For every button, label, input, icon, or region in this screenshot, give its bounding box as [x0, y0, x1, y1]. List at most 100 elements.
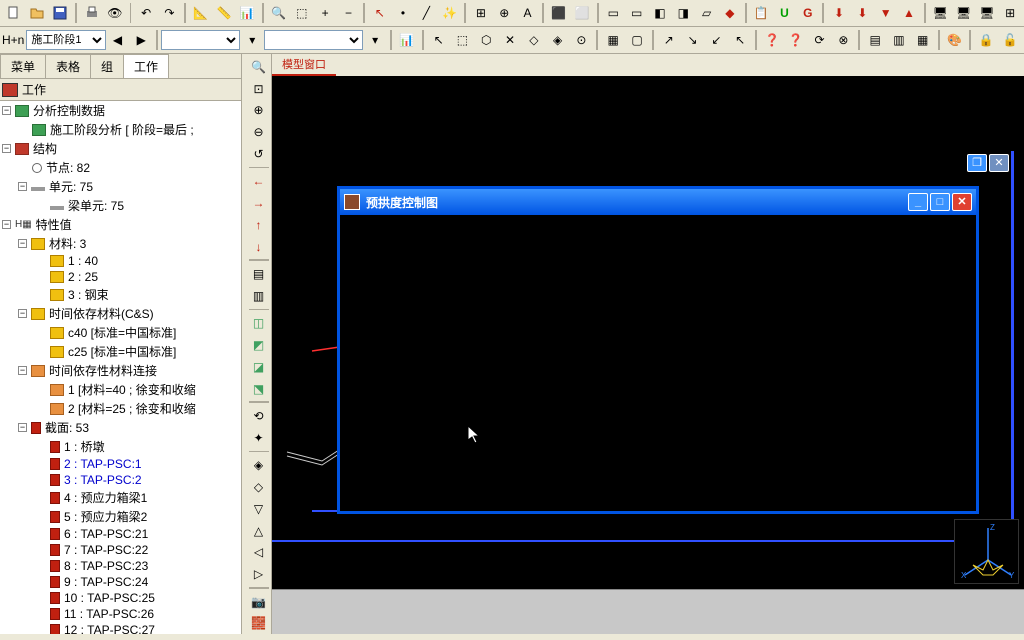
print-icon[interactable] — [81, 2, 102, 24]
model-window-tab[interactable]: 模型窗口 — [272, 54, 336, 76]
tool2-icon[interactable]: 📏 — [213, 2, 234, 24]
collapse-icon[interactable]: − — [18, 309, 27, 318]
stage-prev-icon[interactable]: ◀ — [107, 29, 129, 51]
tree-section-item[interactable]: 5 : 预应力箱梁2 — [0, 507, 241, 526]
sel-poly-icon[interactable]: ⬡ — [475, 29, 497, 51]
line-icon[interactable]: ╱ — [416, 2, 437, 24]
win-icon[interactable]: ⊞ — [1000, 2, 1021, 24]
stage-selector[interactable]: 施工阶段1 — [26, 30, 105, 50]
tree-mat-item[interactable]: 1 : 40 — [0, 253, 241, 269]
maximize-icon[interactable]: □ — [930, 193, 950, 211]
node-icon[interactable]: • — [392, 2, 413, 24]
tree-section-item[interactable]: 11 : TAP-PSC:26 — [0, 606, 241, 622]
collapse-icon[interactable]: − — [18, 239, 27, 248]
grid-icon[interactable]: ⊞ — [470, 2, 491, 24]
rot2-icon[interactable]: ✦ — [248, 428, 270, 448]
child-window-titlebar[interactable]: 预拱度控制图 _ □ ✕ — [340, 189, 976, 215]
tree-section-item[interactable]: 7 : TAP-PSC:22 — [0, 542, 241, 558]
tree-analysis[interactable]: − 分析控制数据 — [0, 101, 241, 120]
tree-timedep-link[interactable]: − 时间依存性材料连接 — [0, 361, 241, 380]
q3-icon[interactable]: ⟳ — [809, 29, 831, 51]
tree-materials[interactable]: − 材料: 3 — [0, 234, 241, 253]
tree-nodes[interactable]: 节点: 82 — [0, 158, 241, 177]
act2-icon[interactable]: ▥ — [888, 29, 910, 51]
tree-section-item[interactable]: 12 : TAP-PSC:27 — [0, 622, 241, 634]
open-icon[interactable] — [26, 2, 47, 24]
render2-icon[interactable]: ▥ — [248, 286, 270, 306]
rot1-icon[interactable]: ⟲ — [248, 406, 270, 426]
close-icon[interactable]: ✕ — [952, 193, 972, 211]
tree-sections[interactable]: − 截面: 53 — [0, 418, 241, 437]
collapse-icon[interactable]: − — [18, 182, 27, 191]
zoom-prev-icon[interactable]: ↺ — [248, 144, 270, 164]
sel-plane-icon[interactable]: ◇ — [523, 29, 545, 51]
iso-icon[interactable]: ◆ — [719, 2, 740, 24]
cube3-icon[interactable]: ◪ — [248, 357, 270, 377]
src2-icon[interactable]: ↘ — [682, 29, 704, 51]
load2-icon[interactable]: ⬇ — [852, 2, 873, 24]
tool3-icon[interactable]: 📊 — [237, 2, 258, 24]
tree-beam[interactable]: 梁单元: 75 — [0, 196, 241, 215]
view1-icon[interactable]: ⬛ — [548, 2, 569, 24]
tog4-icon[interactable]: △ — [248, 521, 270, 541]
zoom-out-icon[interactable]: ⊖ — [248, 122, 270, 142]
pan-right-icon[interactable]: → — [248, 193, 270, 213]
combo1[interactable] — [161, 30, 240, 50]
model-viewport[interactable]: ❐ ✕ 预拱度控制图 _ □ ✕ — [272, 76, 1024, 589]
render1-icon[interactable]: ▤ — [248, 264, 270, 284]
select-icon[interactable]: ↖ — [369, 2, 390, 24]
tree-structure[interactable]: − 结构 — [0, 139, 241, 158]
u-icon[interactable]: U — [774, 2, 795, 24]
zoom-in-icon[interactable]: ⊕ — [248, 100, 270, 120]
sel-arrow-icon[interactable]: ↖ — [428, 29, 450, 51]
redo-icon[interactable]: ↷ — [159, 2, 180, 24]
collapse-icon[interactable]: − — [2, 144, 11, 153]
load1-icon[interactable]: ⬇ — [828, 2, 849, 24]
tree-section-item[interactable]: 3 : TAP-PSC:2 — [0, 472, 241, 488]
zoom-rect-icon[interactable]: ⬚ — [291, 2, 312, 24]
tree-section-item[interactable]: 1 : 桥墩 — [0, 437, 241, 456]
tree-section-item[interactable]: 10 : TAP-PSC:25 — [0, 590, 241, 606]
undo-icon[interactable]: ↶ — [135, 2, 156, 24]
zoom-fit-icon[interactable]: 🔍 — [268, 2, 289, 24]
tree-properties[interactable]: − H▦ 特性值 — [0, 215, 241, 234]
sel-id-icon[interactable]: ⊙ — [571, 29, 593, 51]
bg-restore-icon[interactable]: ❐ — [967, 154, 987, 172]
zoom-out-icon[interactable]: − — [338, 2, 359, 24]
back-icon[interactable]: ▭ — [626, 2, 647, 24]
tree-timedep-item[interactable]: c25 [标准=中国标准] — [0, 342, 241, 361]
q1-icon[interactable]: ❓ — [761, 29, 783, 51]
tog5-icon[interactable]: ◁ — [248, 542, 270, 562]
tab-menu[interactable]: 菜单 — [0, 54, 46, 78]
src4-icon[interactable]: ↖ — [729, 29, 751, 51]
q2-icon[interactable]: ❓ — [785, 29, 807, 51]
hide-icon[interactable]: 🎨 — [944, 29, 966, 51]
view2-icon[interactable]: ⬜ — [571, 2, 592, 24]
pan-up-icon[interactable]: ↑ — [248, 215, 270, 235]
tree-elements[interactable]: − 单元: 75 — [0, 177, 241, 196]
cube2-icon[interactable]: ◩ — [248, 335, 270, 355]
tree-timedep[interactable]: − 时间依存材料(C&S) — [0, 304, 241, 323]
tree-link-item[interactable]: 1 [材料=40 ; 徐变和收缩 — [0, 380, 241, 399]
tool-icon[interactable]: 📐 — [190, 2, 211, 24]
collapse-icon[interactable]: − — [18, 366, 27, 375]
tree-section-item[interactable]: 4 : 预应力箱梁1 — [0, 488, 241, 507]
tree-mat-item[interactable]: 3 : 钢束 — [0, 285, 241, 304]
tog6-icon[interactable]: ▷ — [248, 564, 270, 584]
cube4-icon[interactable]: ⬔ — [248, 379, 270, 399]
selnone-icon[interactable]: ▢ — [626, 29, 648, 51]
sel-cross-icon[interactable]: ✕ — [499, 29, 521, 51]
collapse-icon[interactable]: − — [18, 423, 27, 432]
act1-icon[interactable]: ▤ — [864, 29, 886, 51]
combo2-btn-icon[interactable]: ▾ — [364, 29, 386, 51]
stage-next-icon[interactable]: ▶ — [130, 29, 152, 51]
axis-icon[interactable]: ⊕ — [494, 2, 515, 24]
src1-icon[interactable]: ↗ — [658, 29, 680, 51]
sel-win-icon[interactable]: ⬚ — [452, 29, 474, 51]
q4-icon[interactable]: ⊗ — [832, 29, 854, 51]
tree-link-item[interactable]: 2 [材料=25 ; 徐变和收缩 — [0, 399, 241, 418]
sel-vol-icon[interactable]: ◈ — [547, 29, 569, 51]
right-icon[interactable]: ◨ — [673, 2, 694, 24]
tree-section-item[interactable]: 8 : TAP-PSC:23 — [0, 558, 241, 574]
tab-table[interactable]: 表格 — [45, 54, 91, 78]
